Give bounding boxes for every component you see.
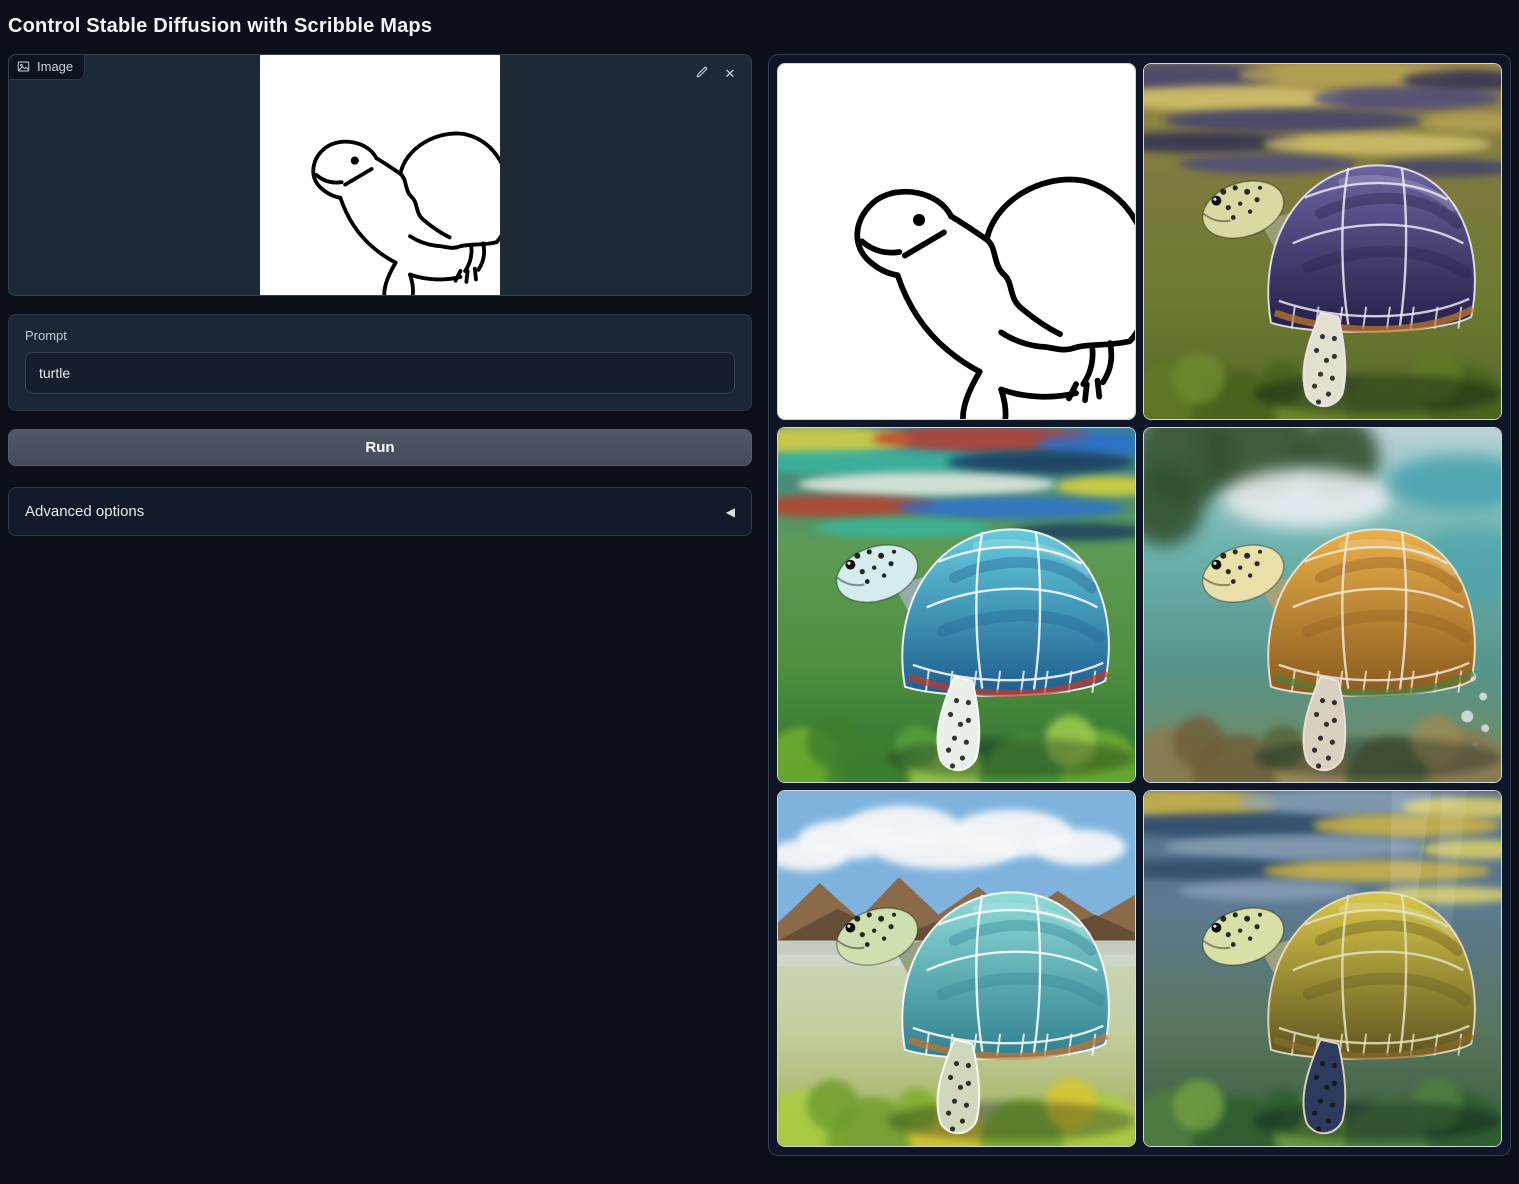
controls-column: Image ✕ Prompt Run bbox=[8, 54, 752, 536]
output-gallery bbox=[768, 54, 1511, 1156]
image-corner-actions: ✕ bbox=[693, 64, 739, 82]
gallery-item[interactable] bbox=[777, 63, 1136, 420]
chevron-left-icon: ◀ bbox=[726, 505, 735, 519]
edit-image-button[interactable] bbox=[693, 64, 711, 82]
close-icon: ✕ bbox=[725, 67, 736, 80]
output-gallery-grid bbox=[777, 63, 1502, 1147]
gallery-item[interactable] bbox=[1143, 790, 1502, 1147]
clear-image-button[interactable]: ✕ bbox=[721, 64, 739, 82]
gallery-item[interactable] bbox=[777, 790, 1136, 1147]
image-label-badge: Image bbox=[9, 55, 85, 80]
gallery-item[interactable] bbox=[1143, 427, 1502, 784]
gallery-item[interactable] bbox=[777, 427, 1136, 784]
prompt-label: Prompt bbox=[25, 328, 735, 343]
advanced-options-accordion[interactable]: Advanced options ◀ bbox=[8, 487, 752, 536]
image-label: Image bbox=[37, 59, 73, 74]
pencil-icon bbox=[695, 65, 709, 81]
page-title: Control Stable Diffusion with Scribble M… bbox=[8, 15, 1511, 38]
prompt-panel: Prompt bbox=[8, 314, 752, 411]
advanced-options-label: Advanced options bbox=[25, 503, 144, 520]
prompt-input[interactable] bbox=[25, 352, 735, 394]
gallery-item[interactable] bbox=[1143, 63, 1502, 420]
sketch-canvas[interactable] bbox=[260, 55, 500, 295]
image-input-component: Image ✕ bbox=[8, 54, 752, 296]
image-icon bbox=[17, 60, 30, 73]
run-button[interactable]: Run bbox=[8, 429, 752, 466]
main-layout: Image ✕ Prompt Run bbox=[8, 54, 1511, 1156]
